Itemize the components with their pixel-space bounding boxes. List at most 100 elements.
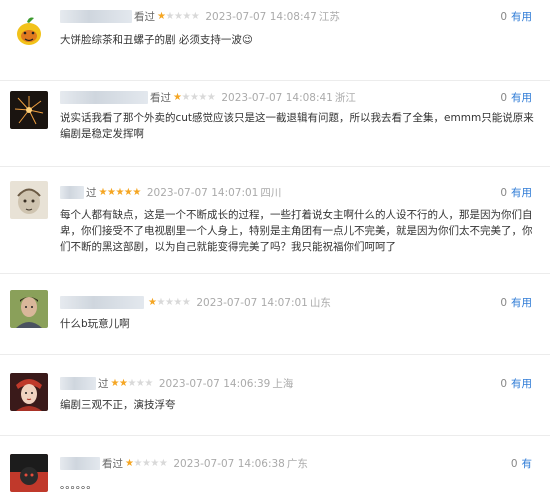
rating-stars: ★★★★★ [157, 9, 200, 25]
comment-meta: 过 ★★★★★ 2023-07-07 14:07:01 四川 [60, 185, 281, 201]
rating-stars: ★★★★★ [125, 456, 168, 472]
username[interactable] [60, 296, 144, 309]
comment-text: 每个人都有缺点，这是一个不断成长的过程，一些打着说女主啊什么的人设不行的人，那是… [60, 209, 533, 253]
comment-list: 看过 ★★★★★ 2023-07-07 14:08:47 江苏 0 有用 大饼脸综茶和丑… [0, 0, 550, 497]
comment-location: 四川 [260, 187, 282, 199]
star-empty-icon: ★ [198, 92, 207, 103]
watch-status: 看过 [150, 92, 171, 104]
watch-status: 看过 [102, 458, 123, 470]
star-empty-icon: ★ [127, 378, 136, 389]
star-empty-icon: ★ [190, 11, 200, 22]
star-empty-icon: ★ [144, 378, 153, 389]
rating-stars: ★★★★★ [98, 185, 142, 201]
star-filled-icon: ★ [106, 187, 116, 198]
watch-status: 看过 [134, 11, 155, 23]
username[interactable] [60, 10, 132, 23]
star-filled-icon: ★ [125, 458, 134, 469]
comment-item: 看过 ★★★★★ 2023-07-07 14:08:47 江苏 0 有用 大饼脸综茶和丑… [0, 0, 550, 80]
useful-label: 有用 [511, 11, 532, 23]
watch-status: 过 [86, 187, 97, 199]
useful-button[interactable]: 0有 [511, 456, 532, 472]
star-empty-icon: ★ [182, 11, 191, 22]
rating-stars: ★★★★★ [148, 295, 191, 311]
comment-location: 浙江 [334, 92, 356, 104]
useful-button[interactable]: 0 有用 [500, 376, 532, 392]
comment-meta: 看过 ★★★★★ 2023-07-07 14:08:41 浙江 [60, 90, 356, 106]
star-filled-icon: ★ [132, 187, 141, 198]
dark-avatar-icon[interactable] [10, 454, 48, 492]
comment-time: 2023-07-07 14:07:01 [196, 297, 308, 309]
star-empty-icon: ★ [173, 297, 182, 308]
star-empty-icon: ★ [156, 297, 165, 308]
useful-button[interactable]: 0 有用 [500, 90, 532, 106]
comment-text: 大饼脸综茶和丑螺子的剧 必须支持一波😉 [60, 34, 253, 46]
useful-count: 0 [500, 92, 507, 104]
star-empty-icon: ★ [141, 458, 151, 469]
star-empty-icon: ★ [181, 92, 190, 103]
comment-time: 2023-07-07 14:08:47 [205, 11, 317, 23]
comment-item: 看过 ★★★★★ 2023-07-07 14:08:41 浙江 0 有用 说实话我看了那… [0, 81, 550, 166]
comment-meta: 看过 ★★★★★ 2023-07-07 14:08:47 江苏 [60, 9, 340, 25]
comment-item: 看过 ★★★★★ 2023-07-07 14:06:38 广东 0有 。。。。。。 [0, 436, 550, 497]
star-empty-icon: ★ [133, 458, 142, 469]
star-empty-icon: ★ [206, 92, 216, 103]
comment-location: 广东 [286, 458, 308, 470]
useful-count: 0 [500, 378, 507, 390]
comment-meta: 过 ★★★★★ 2023-07-07 14:06:39 上海 [60, 376, 293, 392]
lemon-avatar-icon[interactable] [10, 12, 48, 50]
comment-text: 说实话我看了那个外卖的cut感觉应该只是这一截退辑有问题，所以我去看了全集，em… [60, 112, 534, 140]
useful-label: 有 [521, 458, 533, 470]
comment-text: 。。。。。。 [60, 479, 97, 491]
useful-label: 有用 [511, 92, 532, 104]
comment-meta: ★★★★★ 2023-07-07 14:07:01 山东 [60, 295, 331, 311]
comment-time: 2023-07-07 14:07:01 [146, 187, 259, 199]
star-empty-icon: ★ [150, 458, 159, 469]
comment-location: 上海 [272, 378, 294, 390]
star-empty-icon: ★ [181, 297, 191, 308]
useful-button[interactable]: 0 有用 [500, 295, 532, 311]
useful-label: 有用 [511, 187, 532, 199]
comment-location: 江苏 [318, 11, 340, 23]
costume-avatar-icon[interactable] [10, 373, 48, 411]
comment-time: 2023-07-07 14:06:38 [173, 458, 285, 470]
comment-time: 2023-07-07 14:06:39 [158, 378, 271, 390]
sketch-avatar-icon[interactable] [10, 181, 48, 219]
star-empty-icon: ★ [158, 458, 168, 469]
useful-button[interactable]: 0 有用 [500, 9, 532, 25]
useful-count: 0 [500, 187, 507, 199]
useful-label: 有用 [511, 378, 532, 390]
star-filled-icon: ★ [118, 378, 128, 389]
rating-stars: ★★★★★ [110, 376, 154, 392]
comment-item: ★★★★★ 2023-07-07 14:07:01 山东 0 有用 什么b玩意儿啊 [0, 274, 550, 354]
star-empty-icon: ★ [165, 11, 174, 22]
useful-button[interactable]: 0 有用 [500, 185, 532, 201]
username[interactable] [60, 186, 84, 199]
firework-avatar-icon[interactable] [10, 91, 48, 129]
star-empty-icon: ★ [173, 11, 183, 22]
comment-time: 2023-07-07 14:08:41 [221, 92, 333, 104]
useful-label: 有用 [511, 297, 532, 309]
star-empty-icon: ★ [189, 92, 199, 103]
comment-meta: 看过 ★★★★★ 2023-07-07 14:06:38 广东 [60, 456, 308, 472]
star-filled-icon: ★ [115, 187, 124, 198]
useful-count: 0 [510, 458, 518, 470]
username[interactable] [60, 91, 148, 104]
username[interactable] [60, 377, 96, 390]
star-filled-icon: ★ [110, 378, 120, 389]
comment-text: 编剧三观不正，演技浮夸 [60, 399, 176, 411]
comment-item: 过 ★★★★★ 2023-07-07 14:06:39 上海 0 有用 编剧三观不正，演… [0, 355, 550, 435]
useful-count: 0 [500, 11, 507, 23]
star-filled-icon: ★ [123, 187, 133, 198]
star-empty-icon: ★ [164, 297, 174, 308]
comment-item: 过 ★★★★★ 2023-07-07 14:07:01 四川 0 有用 每个人都有缺点，… [0, 167, 550, 273]
star-filled-icon: ★ [148, 297, 157, 308]
star-filled-icon: ★ [173, 92, 182, 103]
username[interactable] [60, 457, 100, 470]
comment-text: 什么b玩意儿啊 [60, 318, 130, 330]
man-avatar-icon[interactable] [10, 290, 48, 328]
star-empty-icon: ★ [135, 378, 145, 389]
useful-count: 0 [500, 297, 507, 309]
rating-stars: ★★★★★ [173, 90, 216, 106]
star-filled-icon: ★ [157, 11, 166, 22]
star-filled-icon: ★ [98, 187, 108, 198]
